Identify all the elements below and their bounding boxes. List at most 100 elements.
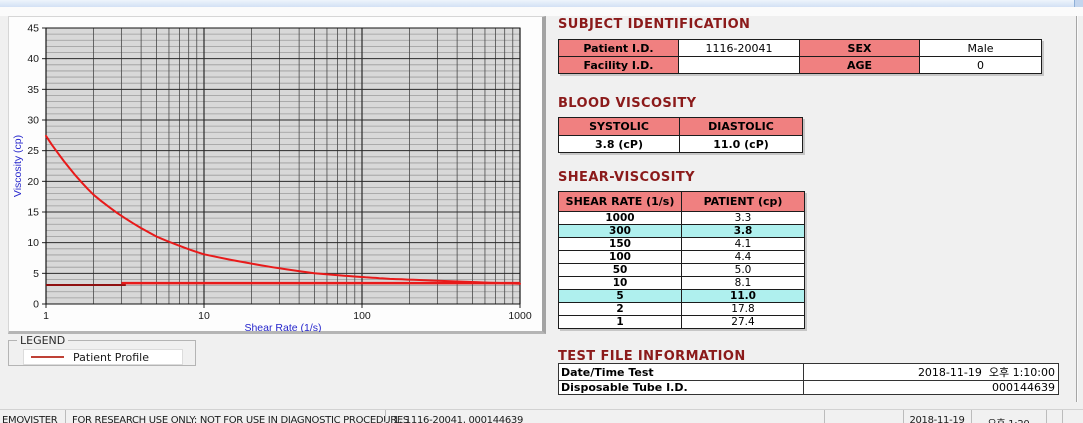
legend-entry-label: Patient Profile (73, 350, 150, 364)
test-file-information-title: TEST FILE INFORMATION (558, 349, 746, 364)
shear-rate-header: SHEAR RATE (1/s) (558, 191, 682, 212)
table-row: 300 3.8 (558, 224, 805, 238)
hemovister-report-screen: 0 5 10 15 20 25 30 35 40 45 1 10 100 1000 Viscosity (c… (0, 0, 1083, 423)
shear-rate-value: 50 (558, 263, 682, 277)
status-divider (824, 410, 825, 423)
patient-viscosity-value: 4.1 (681, 237, 805, 251)
status-divider (971, 410, 972, 423)
window-band (0, 7, 1083, 16)
svg-text:25: 25 (27, 145, 39, 157)
svg-text:15: 15 (27, 207, 39, 219)
status-bar: EMOVISTER FOR RESEARCH USE ONLY: NOT FOR… (0, 409, 1083, 423)
svg-text:40: 40 (27, 53, 39, 65)
y-axis-title: Viscosity (cp) (12, 135, 24, 197)
status-divider (1062, 410, 1063, 423)
shear-viscosity-title: SHEAR-VISCOSITY (558, 170, 695, 185)
shear-rate-value: 100 (558, 250, 682, 264)
shear-rate-value: 10 (558, 276, 682, 290)
status-divider (903, 410, 904, 423)
status-time: 오후 1:20 (971, 415, 1046, 423)
facility-id-value (678, 56, 800, 74)
svg-text:10: 10 (27, 237, 39, 249)
status-research-disclaimer: FOR RESEARCH USE ONLY: NOT FOR USE IN DI… (72, 415, 409, 423)
table-row: 100 4.4 (558, 250, 805, 264)
patient-viscosity-value: 17.8 (681, 302, 805, 316)
shear-viscosity-table: SHEAR RATE (1/s) PATIENT (cp) 1000 3.3 3… (558, 191, 805, 329)
chart-panel: 0 5 10 15 20 25 30 35 40 45 1 10 100 1000 Viscosity (c… (8, 16, 546, 334)
table-row: 2 17.8 (558, 302, 805, 316)
table-row: SHEAR RATE (1/s) PATIENT (cp) (558, 191, 805, 212)
systolic-header: SYSTOLIC (558, 117, 680, 136)
shear-rate-value: 5 (558, 289, 682, 303)
shear-rate-value: 1 (558, 315, 682, 329)
patient-id-value: 1116-20041 (678, 39, 800, 57)
patient-id-label: Patient I.D. (558, 39, 679, 57)
age-value: 0 (919, 56, 1042, 74)
window-top-strip-edge (1074, 0, 1083, 7)
diastolic-header: DIASTOLIC (679, 117, 803, 136)
svg-text:1000: 1000 (508, 310, 532, 322)
facility-id-label: Facility I.D. (558, 56, 679, 74)
table-row: 5 11.0 (558, 289, 805, 303)
table-row: 50 5.0 (558, 263, 805, 277)
disposable-tube-id-value: 000144639 (803, 380, 1059, 395)
svg-text:10: 10 (198, 310, 210, 322)
status-record-info: 1, 1116-20041, 000144639 (393, 415, 524, 423)
shear-rate-value: 300 (558, 224, 682, 238)
shear-rate-value: 1000 (558, 211, 682, 225)
svg-text:100: 100 (353, 310, 371, 322)
legend-title: LEGEND (20, 334, 66, 347)
disposable-tube-id-label: Disposable Tube I.D. (558, 380, 804, 395)
sex-label: SEX (799, 39, 920, 57)
shear-rate-value: 2 (558, 302, 682, 316)
window-top-strip (0, 0, 1083, 7)
status-divider (65, 410, 66, 423)
status-divider (385, 410, 386, 423)
x-axis-title: Shear Rate (1/s) (244, 322, 321, 332)
svg-text:45: 45 (27, 23, 39, 35)
table-row: 1000 3.3 (558, 211, 805, 225)
blood-viscosity-table: SYSTOLIC DIASTOLIC 3.8 (cP) 11.0 (cP) (558, 117, 803, 153)
viscosity-chart: 0 5 10 15 20 25 30 35 40 45 1 10 100 1000 Viscosity (c… (12, 23, 532, 333)
table-row: SYSTOLIC DIASTOLIC (558, 117, 803, 136)
svg-text:35: 35 (27, 84, 39, 96)
patient-viscosity-value: 3.3 (681, 211, 805, 225)
date-time-test-value: 2018-11-19 오후 1:10:00 (803, 363, 1059, 381)
status-date: 2018-11-19 (909, 415, 965, 423)
status-app-name: EMOVISTER (2, 415, 58, 423)
patient-cp-header: PATIENT (cp) (681, 191, 805, 212)
systolic-value: 3.8 (cP) (558, 135, 680, 153)
svg-text:30: 30 (27, 115, 39, 127)
svg-text:5: 5 (33, 268, 39, 280)
svg-text:20: 20 (27, 176, 39, 188)
table-row: 3.8 (cP) 11.0 (cP) (558, 135, 803, 153)
patient-viscosity-value: 3.8 (681, 224, 805, 238)
window-edge-highlight (1077, 16, 1078, 402)
patient-viscosity-value: 5.0 (681, 263, 805, 277)
patient-viscosity-value: 8.1 (681, 276, 805, 290)
svg-text:0: 0 (33, 299, 39, 311)
date-time-test-label: Date/Time Test (558, 363, 804, 381)
table-row: 10 8.1 (558, 276, 805, 290)
diastolic-value: 11.0 (cP) (679, 135, 803, 153)
patient-profile-line-swatch (31, 356, 64, 358)
patient-viscosity-value: 11.0 (681, 289, 805, 303)
svg-text:1: 1 (43, 310, 49, 322)
chart-legend: LEGEND Patient Profile (8, 334, 196, 366)
sex-value: Male (919, 39, 1042, 57)
table-row: Date/Time Test 2018-11-19 오후 1:10:00 (558, 363, 1059, 381)
patient-viscosity-value: 4.4 (681, 250, 805, 264)
subject-identification-title: SUBJECT IDENTIFICATION (558, 17, 751, 32)
table-row: Facility I.D. AGE 0 (558, 56, 1042, 74)
shear-rate-value: 150 (558, 237, 682, 251)
table-row: 1 27.4 (558, 315, 805, 329)
test-file-information-table: Date/Time Test 2018-11-19 오후 1:10:00 Dis… (558, 363, 1059, 395)
patient-viscosity-value: 27.4 (681, 315, 805, 329)
table-row: Patient I.D. 1116-20041 SEX Male (558, 39, 1042, 57)
legend-entry: Patient Profile (23, 349, 183, 365)
status-divider (1046, 410, 1047, 423)
age-label: AGE (799, 56, 920, 74)
table-row: Disposable Tube I.D. 000144639 (558, 380, 1059, 395)
table-row: 150 4.1 (558, 237, 805, 251)
subject-identification-table: Patient I.D. 1116-20041 SEX Male Facilit… (558, 39, 1042, 74)
